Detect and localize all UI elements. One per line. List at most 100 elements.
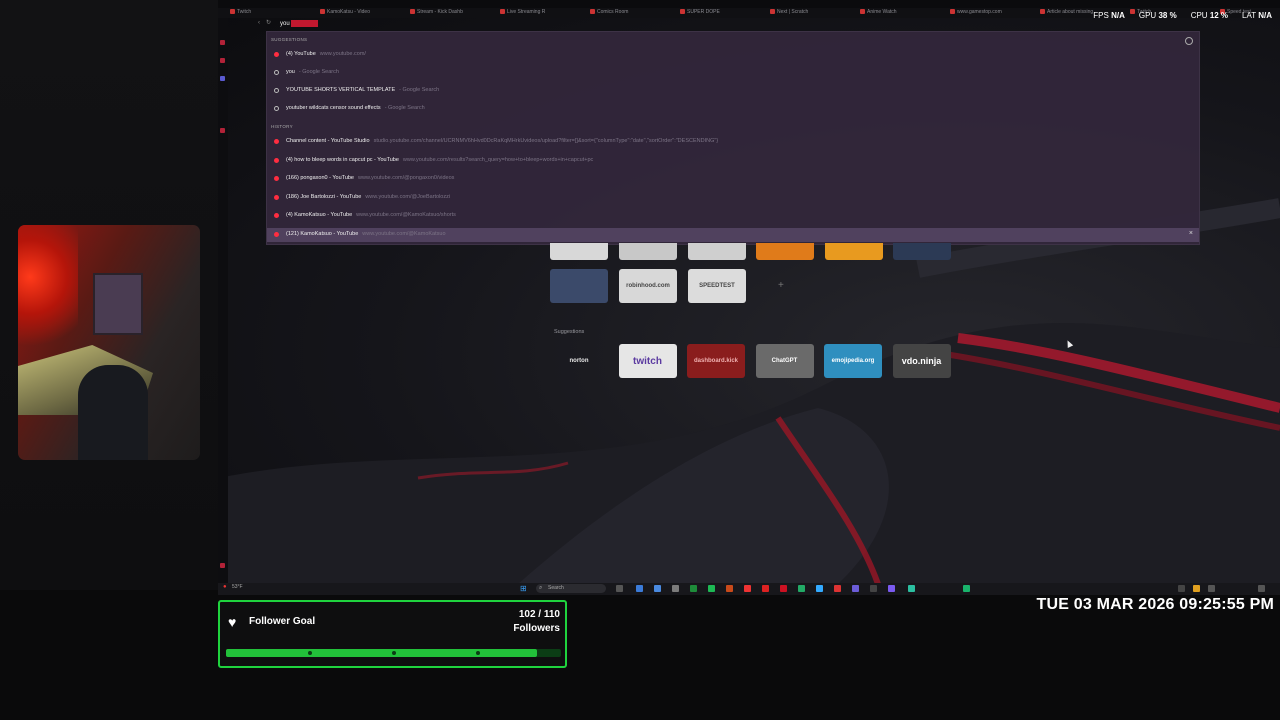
taskbar-app-icon[interactable]	[816, 585, 823, 592]
tab-favicon-icon	[230, 9, 235, 14]
tab-favicon-icon	[320, 9, 325, 14]
taskbar-app-icon[interactable]	[762, 585, 769, 592]
tray-icon[interactable]	[1208, 585, 1215, 592]
sidebar-icon[interactable]	[220, 58, 225, 63]
weather-text: 53°F	[232, 584, 243, 590]
settings-icon[interactable]	[1185, 37, 1193, 45]
suggestion-item[interactable]: (4) YouTube www.youtube.com/	[267, 48, 1199, 62]
taskbar-app-icon[interactable]	[780, 585, 787, 592]
taskbar-app-icon[interactable]	[726, 585, 733, 592]
taskbar-app-icon[interactable]	[654, 585, 661, 592]
tray-icon[interactable]	[1258, 585, 1265, 592]
speed-dial-partial[interactable]	[550, 243, 608, 260]
close-icon[interactable]: ×	[1189, 230, 1193, 237]
search-icon	[274, 88, 279, 93]
goal-title: Follower Goal	[249, 616, 316, 627]
suggested-dial[interactable]: vdo.ninja	[892, 344, 951, 378]
sidebar-icon[interactable]	[220, 563, 225, 568]
weather-icon[interactable]: ●	[223, 584, 227, 590]
browser-tab[interactable]: Next | Scratch	[770, 9, 854, 17]
speed-dial-partial[interactable]	[756, 243, 814, 260]
history-url: www.youtube.com/@pongaxon0/videos	[358, 175, 455, 181]
history-item[interactable]: (166) pongaxon0 - YouTube www.youtube.com…	[267, 172, 1199, 186]
suggested-dial[interactable]: ChatGPT	[755, 344, 814, 378]
tab-label: Twitch	[237, 9, 252, 15]
browser-tab[interactable]: SUPER DOPE	[680, 9, 764, 17]
speed-dial-partial[interactable]	[893, 243, 951, 260]
taskbar-app-icon[interactable]	[708, 585, 715, 592]
windows-taskbar: ● 53°F ⊞ ⌕ Search	[218, 583, 1280, 595]
taskbar-app-icon[interactable]	[908, 585, 915, 592]
taskbar-app-icon[interactable]	[744, 585, 751, 592]
youtube-icon	[274, 231, 279, 237]
suggested-dial[interactable]: norton	[550, 344, 608, 378]
search-icon	[274, 106, 279, 111]
start-icon[interactable]: ⊞	[520, 584, 527, 593]
speed-dial[interactable]: SPEEDTEST	[688, 269, 746, 303]
fps-label: FPS	[1093, 11, 1109, 20]
suggested-dial[interactable]: dashboard.kick	[687, 344, 745, 378]
taskbar-app-icon[interactable]	[690, 585, 697, 592]
suggested-dial[interactable]: twitch	[618, 344, 677, 378]
taskbar-app-icon[interactable]	[870, 585, 877, 592]
add-speed-dial-icon[interactable]: +	[778, 280, 784, 291]
suggestion-text: YOUTUBE SHORTS VERTICAL TEMPLATE	[286, 87, 396, 93]
history-item[interactable]: (186) Joe Bartolozzi - YouTube www.youtub…	[267, 191, 1199, 205]
browser-tab[interactable]: Anime Watch	[860, 9, 944, 17]
browser-tab[interactable]: Live Streaming R	[500, 9, 584, 17]
follower-goal-widget: ♥ Follower Goal 102 / 110 Followers	[218, 600, 567, 668]
speed-dial-partial[interactable]	[619, 243, 677, 260]
history-header: HISTORY	[271, 124, 293, 129]
sidebar-icon[interactable]	[220, 128, 225, 133]
history-url: www.youtube.com/results?search_query=how…	[402, 156, 594, 163]
youtube-icon	[274, 157, 279, 163]
suggestion-item[interactable]: YOUTUBE SHORTS VERTICAL TEMPLATE - Google…	[267, 84, 1199, 98]
speed-dial-partial[interactable]	[688, 243, 746, 260]
streamer	[78, 365, 148, 460]
history-item[interactable]: (121) KamoKatsuo - YouTube www.youtube.co…	[267, 227, 1199, 242]
browser-tab[interactable]: Comics Room	[590, 9, 674, 17]
url-input[interactable]	[280, 18, 340, 30]
lat-value: N/A	[1258, 11, 1272, 20]
history-text: (4) how to bleep words in capcut pc - Yo…	[286, 156, 399, 163]
suggestion-item[interactable]: you - Google Search	[267, 66, 1199, 80]
suggestion-text: youtuber wildcats censor sound effects	[286, 105, 381, 111]
sidebar-icon[interactable]	[220, 40, 225, 45]
suggestion-item[interactable]: youtuber wildcats censor sound effects - …	[267, 102, 1199, 116]
history-item[interactable]: Channel content - YouTube Studio studio.y…	[267, 135, 1199, 149]
speed-dial[interactable]: robinhood.com	[619, 269, 677, 303]
taskbar-app-icon[interactable]	[888, 585, 895, 592]
taskbar-app-icon[interactable]	[672, 585, 679, 592]
sidebar-icon[interactable]	[220, 76, 225, 81]
reload-icon[interactable]: ↻	[266, 19, 271, 26]
tab-favicon-icon	[590, 9, 595, 14]
browser-tab[interactable]: www.gamestop.com	[950, 9, 1034, 17]
suggested-dial[interactable]: emojipedia.org	[824, 344, 882, 378]
browser-tab[interactable]: Stream - Kick Dashb	[410, 9, 494, 17]
suggestion-title: youtuber wildcats censor sound effects - …	[286, 105, 425, 111]
tab-favicon-icon	[680, 9, 685, 14]
taskbar-search[interactable]: ⌕ Search	[536, 584, 606, 593]
address-bar[interactable]: ‹ ↻	[258, 18, 1198, 30]
browser-tab[interactable]: Twitch	[230, 9, 314, 17]
gpu-value: 38 %	[1158, 11, 1177, 20]
speed-dial[interactable]	[550, 269, 608, 303]
taskbar-app-icon[interactable]	[852, 585, 859, 592]
suggestion-url: - Google Search	[399, 87, 440, 93]
suggestion-title: you - Google Search	[286, 69, 339, 75]
speed-dial-partial[interactable]	[825, 243, 883, 260]
back-icon[interactable]: ‹	[258, 20, 260, 26]
taskbar-app-icon[interactable]	[963, 585, 970, 592]
history-item[interactable]: (4) KamoKatsuo - YouTube www.youtube.com/…	[267, 209, 1199, 223]
tab-label: Article about missing	[1047, 9, 1094, 15]
taskbar-app-icon[interactable]	[798, 585, 805, 592]
taskbar-app-icon[interactable]	[636, 585, 643, 592]
tray-icon[interactable]	[1178, 585, 1185, 592]
history-item[interactable]: (4) how to bleep words in capcut pc - Yo…	[267, 154, 1199, 168]
taskbar-app-icon[interactable]	[834, 585, 841, 592]
history-title: (121) KamoKatsuo - YouTube www.youtube.co…	[286, 231, 446, 237]
task-view-icon[interactable]	[616, 585, 623, 592]
tray-icon[interactable]	[1193, 585, 1200, 592]
suggestion-title: (4) YouTube www.youtube.com/	[286, 51, 366, 57]
browser-tab[interactable]: KamoKatsu - Video	[320, 9, 404, 17]
